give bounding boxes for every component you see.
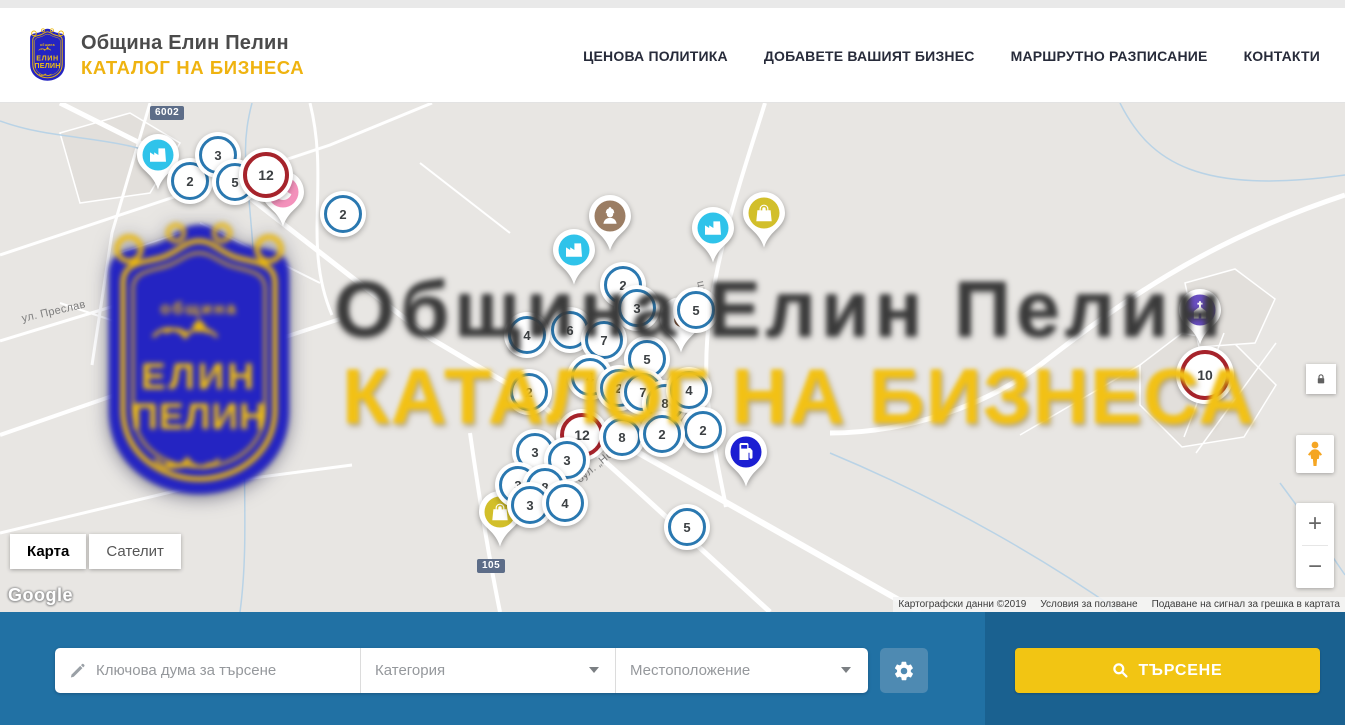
map-cluster-marker[interactable]: 12 <box>243 152 289 198</box>
location-placeholder: Местоположение <box>630 662 750 679</box>
search-bar: Категория Местоположение ТЪРСЕНЕ <box>0 612 1345 725</box>
location-select[interactable]: Местоположение <box>615 648 867 693</box>
keyword-input[interactable] <box>96 662 346 679</box>
chevron-down-icon <box>841 667 851 673</box>
map-pin-factory[interactable] <box>691 206 735 269</box>
street-view-pegman[interactable] <box>1296 435 1334 473</box>
google-logo: Google <box>8 585 73 606</box>
search-input-group: Категория Местоположение <box>55 648 868 693</box>
site-subtitle: КАТАЛОГ НА БИЗНЕСА <box>81 57 304 79</box>
site-header: Община Елин Пелин КАТАЛОГ НА БИЗНЕСА ЦЕН… <box>0 8 1345 103</box>
page-top-strip <box>0 0 1345 8</box>
map-pin-shopping-bag[interactable] <box>742 191 786 254</box>
attribution-link[interactable]: Условия за ползване <box>1040 599 1137 610</box>
advanced-search-button[interactable] <box>880 648 928 693</box>
map-attribution: Картографски данни ©2019 Условия за ползв… <box>893 597 1345 612</box>
site-title: Община Елин Пелин <box>81 32 304 55</box>
map-type-control: Карта Сателит <box>10 534 181 569</box>
map-type-satellite-button[interactable]: Сателит <box>89 534 181 569</box>
map-data-copyright: Картографски данни ©2019 <box>898 599 1026 610</box>
pegman-icon <box>1304 441 1326 467</box>
map-zoom-control: + − <box>1296 503 1334 588</box>
municipality-crest-icon <box>24 26 71 84</box>
watermark-subtitle: КАТАЛОГ НА БИЗНЕСА <box>342 351 1256 442</box>
lock-icon <box>1314 372 1328 386</box>
zoom-in-button[interactable]: + <box>1296 503 1334 545</box>
main-nav: ЦЕНОВА ПОЛИТИКА ДОБАВЕТЕ ВАШИЯТ БИЗНЕС МАР… <box>583 8 1320 103</box>
search-icon <box>1112 662 1129 679</box>
map-type-map-button[interactable]: Карта <box>10 534 86 569</box>
category-select[interactable]: Категория <box>360 648 615 693</box>
nav-item[interactable]: КОНТАКТИ <box>1244 48 1320 64</box>
keyword-segment[interactable] <box>55 648 360 693</box>
search-button-label: ТЪРСЕНЕ <box>1138 662 1222 680</box>
nav-item[interactable]: ДОБАВЕТЕ ВАШИЯТ БИЗНЕС <box>764 48 975 64</box>
category-placeholder: Категория <box>375 662 445 679</box>
map-cluster-marker[interactable]: 5 <box>668 508 706 546</box>
attribution-link[interactable]: Подаване на сигнал за грешка в картата <box>1152 599 1340 610</box>
map-cluster-marker[interactable]: 4 <box>546 484 584 522</box>
gear-icon <box>893 660 915 682</box>
map-canvas[interactable]: 6002105 ул. Преславбул. „Новоселци" 2351… <box>0 103 1345 612</box>
map-cluster-marker[interactable]: 3 <box>511 486 549 524</box>
pencil-icon <box>69 662 86 679</box>
zoom-out-button[interactable]: − <box>1296 546 1334 588</box>
nav-item[interactable]: ЦЕНОВА ПОЛИТИКА <box>583 48 728 64</box>
site-logo[interactable]: Община Елин Пелин КАТАЛОГ НА БИЗНЕСА <box>24 26 304 84</box>
nav-item[interactable]: МАРШРУТНО РАЗПИСАНИЕ <box>1011 48 1208 64</box>
chevron-down-icon <box>589 667 599 673</box>
map-cluster-marker[interactable]: 2 <box>324 195 362 233</box>
search-button[interactable]: ТЪРСЕНЕ <box>1015 648 1320 693</box>
map-lock-control[interactable] <box>1306 364 1336 394</box>
watermark-crest <box>76 211 322 511</box>
watermark-title: Община Елин Пелин <box>334 263 1226 355</box>
